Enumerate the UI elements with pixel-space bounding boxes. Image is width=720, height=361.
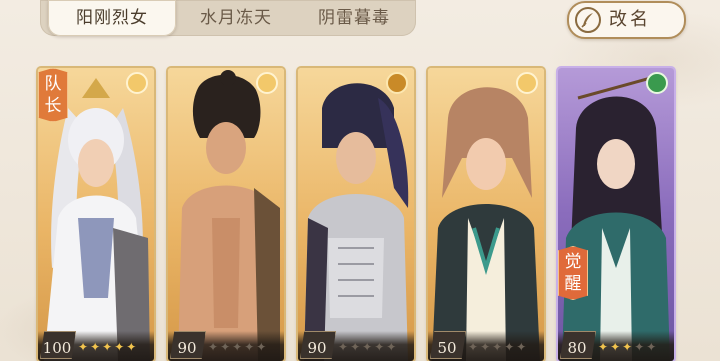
tab-team-2[interactable]: 水月冻天 xyxy=(178,0,294,36)
star-icon: ✦ xyxy=(622,340,635,354)
star-icon: ✦ xyxy=(468,340,481,354)
star-icon: ✦ xyxy=(126,340,139,354)
tab-team-1[interactable]: 阳刚烈女 xyxy=(48,0,176,36)
character-portrait xyxy=(178,70,280,361)
star-icon: ✦ xyxy=(78,340,91,354)
moon-icon xyxy=(516,72,538,94)
star-icon: ✦ xyxy=(362,340,375,354)
character-card-5[interactable]: 觉醒 80 ✦✦✦✦✦ xyxy=(558,68,674,361)
team-tab-bar: 阳刚烈女 水月冻天 阴雷暮毒 xyxy=(40,0,416,36)
character-portrait xyxy=(562,74,670,361)
character-card-4[interactable]: 50 ✦✦✦✦✦ xyxy=(428,68,544,361)
star-icon: ✦ xyxy=(480,340,493,354)
leaf-icon xyxy=(646,72,668,94)
character-portrait xyxy=(432,87,540,361)
level-value: 50 xyxy=(437,339,457,357)
character-card-1[interactable]: 队长 100 ✦✦✦✦✦ xyxy=(38,68,154,361)
star-icon: ✦ xyxy=(504,340,517,354)
star-icon: ✦ xyxy=(492,340,505,354)
star-rating: ✦✦✦✦✦ xyxy=(598,340,658,354)
level-value: 100 xyxy=(42,339,72,357)
star-icon: ✦ xyxy=(350,340,363,354)
tab-team-3[interactable]: 阴雷暮毒 xyxy=(296,0,412,36)
star-icon: ✦ xyxy=(516,340,529,354)
mountain-icon xyxy=(386,72,408,94)
star-icon: ✦ xyxy=(386,340,399,354)
star-icon: ✦ xyxy=(208,340,221,354)
captain-tag: 队长 xyxy=(38,68,68,122)
star-icon: ✦ xyxy=(90,340,103,354)
star-icon: ✦ xyxy=(374,340,387,354)
star-icon: ✦ xyxy=(220,340,233,354)
star-icon: ✦ xyxy=(634,340,647,354)
character-card-2[interactable]: 90 ✦✦✦✦✦ xyxy=(168,68,284,361)
star-icon: ✦ xyxy=(256,340,269,354)
level-value: 90 xyxy=(177,339,197,357)
quill-icon xyxy=(575,7,601,33)
star-icon: ✦ xyxy=(232,340,245,354)
star-icon: ✦ xyxy=(244,340,257,354)
level-value: 80 xyxy=(567,339,587,357)
moon-icon xyxy=(256,72,278,94)
moon-icon xyxy=(126,72,148,94)
star-icon: ✦ xyxy=(338,340,351,354)
star-rating: ✦✦✦✦✦ xyxy=(78,340,138,354)
star-icon: ✦ xyxy=(114,340,127,354)
star-rating: ✦✦✦✦✦ xyxy=(468,340,528,354)
star-rating: ✦✦✦✦✦ xyxy=(338,340,398,354)
star-icon: ✦ xyxy=(598,340,611,354)
rename-label: 改名 xyxy=(609,9,651,30)
star-rating: ✦✦✦✦✦ xyxy=(208,340,268,354)
character-portrait xyxy=(304,83,409,361)
awaken-tag: 觉醒 xyxy=(558,246,588,300)
level-value: 90 xyxy=(307,339,327,357)
star-icon: ✦ xyxy=(610,340,623,354)
character-card-3[interactable]: 90 ✦✦✦✦✦ xyxy=(298,68,414,361)
star-icon: ✦ xyxy=(102,340,115,354)
star-icon: ✦ xyxy=(646,340,659,354)
rename-button[interactable]: 改名 xyxy=(567,1,686,39)
